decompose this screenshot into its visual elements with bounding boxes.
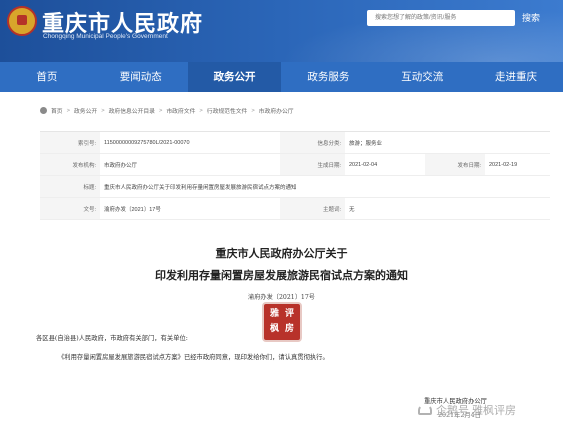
created-date-label: 生成日期:	[280, 154, 345, 175]
breadcrumb-link[interactable]: 首页	[51, 106, 63, 115]
published-date-label: 发布日期:	[425, 154, 485, 175]
chevron-right-icon: >	[101, 107, 105, 114]
seal-char: 雅	[269, 309, 279, 319]
chevron-right-icon: >	[158, 107, 163, 114]
breadcrumb-link[interactable]: 市政府办公厅	[259, 106, 294, 115]
subject-label: 主题词:	[280, 198, 345, 219]
table-row: 标题: 重庆市人民政府办公厅关于印发利用存量闲置房屋发展旅游民宿试点方案的通知	[40, 176, 550, 198]
title-label: 标题:	[40, 176, 100, 197]
seal-char: 评	[284, 309, 294, 319]
nav-item-interaction[interactable]: 互动交流	[375, 62, 469, 92]
chevron-right-icon: >	[251, 107, 255, 114]
breadcrumb-link[interactable]: 政府信息公开目录	[109, 106, 155, 115]
table-row: 索引号: 11500000009275780L/2021-00070 信息分类:…	[40, 132, 550, 154]
platform-watermark: 企鹅号 雅枫评房	[418, 402, 516, 418]
nav-item-gov-affairs-open[interactable]: 政务公开	[187, 62, 282, 92]
breadcrumb: 首页 > 政务公开 > 政府信息公开目录 > 市政府文件 > 行政规范性文件 >…	[40, 106, 294, 115]
title-value: 重庆市人民政府办公厅关于印发利用存量闲置房屋发展旅游民宿试点方案的通知	[104, 184, 297, 191]
seal-char: 房	[284, 324, 294, 334]
document-paragraph: 《利用存量闲置房屋发展旅游民宿试点方案》已经市政府同意，现印发给你们，请认真贯彻…	[58, 354, 329, 361]
issuer-label: 发布机构:	[40, 154, 100, 175]
breadcrumb-link[interactable]: 政务公开	[74, 106, 97, 115]
table-row: 文号: 渝府办发〔2021〕17号 主题词: 无	[40, 198, 550, 220]
document-salutation: 各区县(自治县)人民政府，市政府有关部门，有关单位:	[36, 335, 188, 342]
national-emblem-icon	[7, 6, 37, 36]
document-title-line1: 重庆市人民政府办公厅关于	[215, 247, 348, 260]
breadcrumb-link[interactable]: 行政规范性文件	[207, 106, 248, 115]
document-title-line2: 印发利用存量闲置房屋发展旅游民宿试点方案的通知	[155, 269, 408, 282]
main-nav: 首页 要闻动态 政务公开 政务服务 互动交流 走进重庆	[0, 62, 563, 92]
created-date-value: 2021-02-04	[349, 161, 378, 168]
search-button[interactable]: 搜索	[522, 10, 540, 26]
index-value: 11500000009275780L/2021-00070	[104, 139, 190, 146]
subject-value: 无	[349, 206, 355, 213]
nav-item-news[interactable]: 要闻动态	[94, 62, 188, 92]
table-row: 发布机构: 市政府办公厅 生成日期: 2021-02-04 发布日期: 2021…	[40, 154, 550, 176]
search-input[interactable]	[367, 10, 515, 26]
document-number-label: 文号:	[40, 198, 100, 219]
document-number-value: 渝府办发〔2021〕17号	[104, 206, 161, 213]
index-label: 索引号:	[40, 132, 100, 153]
issuer-value: 市政府办公厅	[104, 162, 138, 169]
chevron-right-icon: >	[66, 107, 70, 114]
nav-item-about-chongqing[interactable]: 走进重庆	[469, 62, 563, 92]
seal-char: 枫	[269, 324, 279, 334]
document-metadata-table: 索引号: 11500000009275780L/2021-00070 信息分类:…	[40, 131, 550, 220]
document-number: 渝府办发〔2021〕17号	[248, 294, 315, 301]
penguin-icon	[418, 405, 432, 415]
watermark-text: 企鹅号 雅枫评房	[436, 405, 517, 417]
home-icon	[40, 107, 47, 114]
chevron-right-icon: >	[199, 107, 203, 114]
published-date-value: 2021-02-19	[489, 161, 518, 168]
site-header: 重庆市人民政府 Chongqing Municipal People's Gov…	[0, 0, 563, 62]
nav-item-gov-services[interactable]: 政务服务	[281, 62, 375, 92]
breadcrumb-link[interactable]: 市政府文件	[166, 106, 195, 115]
nav-item-home[interactable]: 首页	[0, 62, 94, 92]
site-subtitle: Chongqing Municipal People's Government	[43, 33, 168, 40]
category-value: 旅游；服务业	[349, 140, 383, 147]
category-label: 信息分类:	[280, 132, 345, 153]
watermark-seal-stamp: 雅 评 枫 房	[262, 302, 302, 342]
